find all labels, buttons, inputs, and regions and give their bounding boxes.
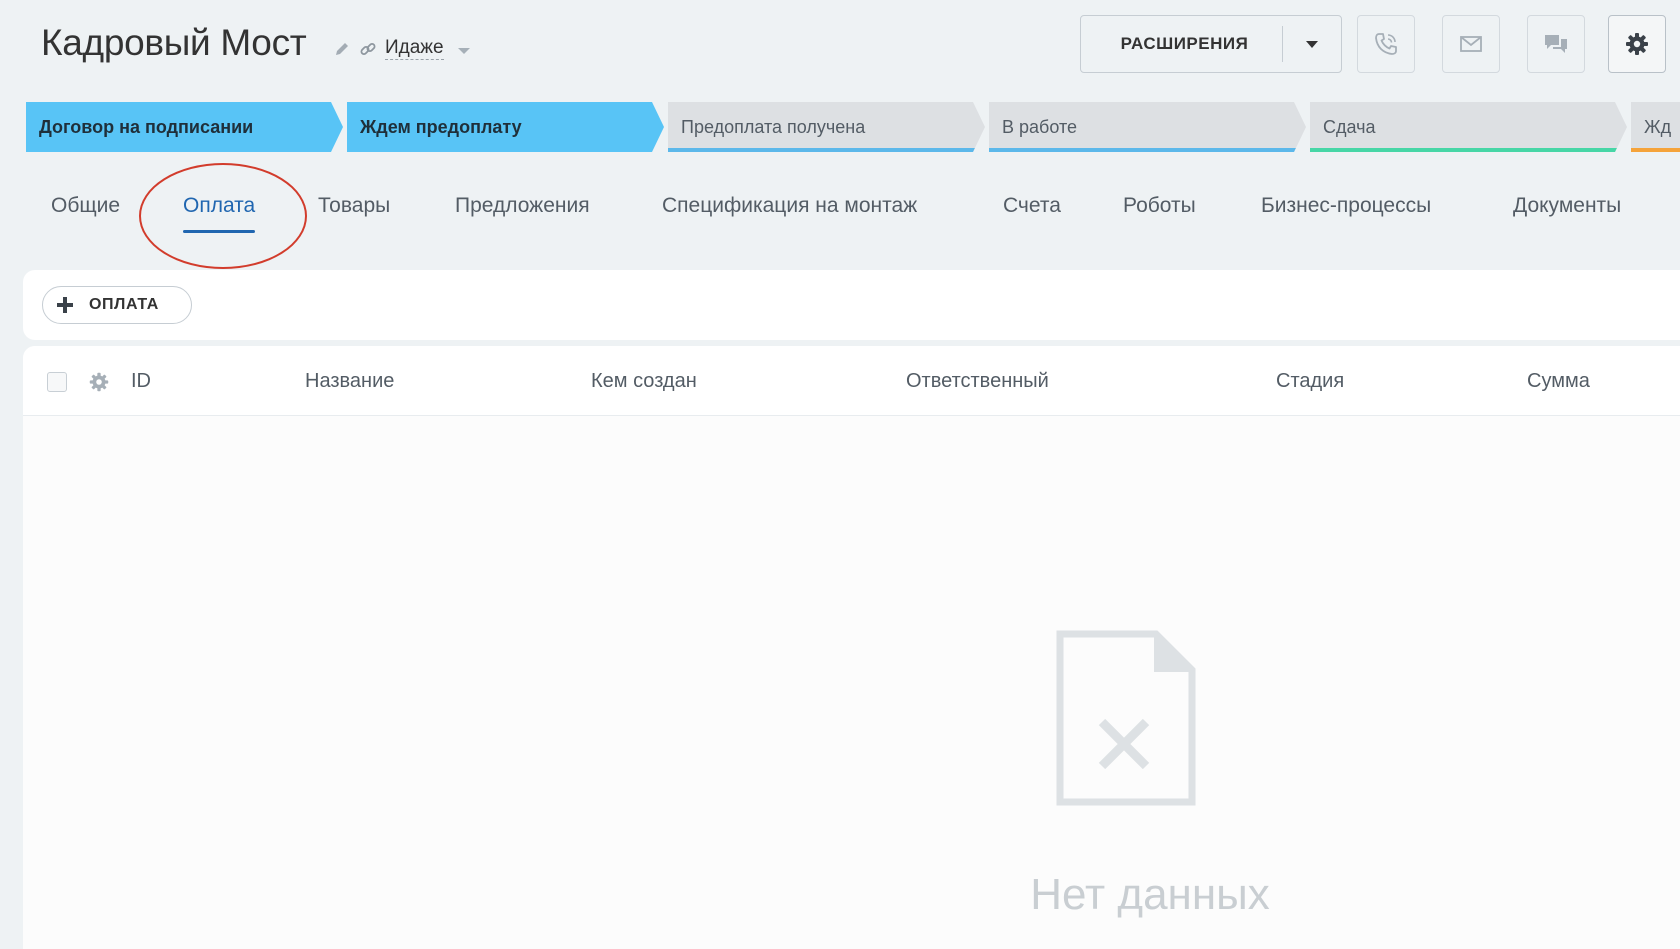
- stage-color-bar: [668, 148, 975, 152]
- empty-state-text: Нет данных: [1030, 870, 1270, 919]
- stage-color-bar: [1310, 148, 1617, 152]
- stage-label: Сдача: [1323, 117, 1376, 137]
- stage-bar: Договор на подписании Ждем предоплату Пр…: [26, 102, 1680, 152]
- tab-label: Оплата: [183, 194, 256, 217]
- stage-contract-signing[interactable]: Договор на подписании: [26, 102, 343, 152]
- top-bar: Кадровый Мост Идаже РАСШИРЕНИЯ: [0, 0, 1680, 96]
- call-button[interactable]: [1357, 15, 1415, 73]
- stage-in-progress[interactable]: В работе: [989, 102, 1306, 152]
- stage-label: Договор на подписании: [39, 117, 254, 137]
- extensions-button[interactable]: РАСШИРЕНИЯ: [1080, 15, 1342, 73]
- tab-products[interactable]: Товары: [318, 194, 390, 218]
- column-stage[interactable]: Стадия: [1276, 370, 1344, 393]
- column-id[interactable]: ID: [131, 370, 151, 393]
- column-created-by[interactable]: Кем создан: [591, 370, 697, 393]
- extensions-label: РАСШИРЕНИЯ: [1120, 34, 1249, 53]
- tab-business-processes[interactable]: Бизнес-процессы: [1261, 194, 1431, 218]
- stage-awaiting-prepayment[interactable]: Ждем предоплату: [347, 102, 664, 152]
- page-title: Кадровый Мост: [41, 22, 307, 63]
- active-tab-indicator: [183, 230, 256, 233]
- tab-bar: Общие Оплата Товары Предложения Специфик…: [0, 180, 1680, 240]
- select-all-checkbox[interactable]: [47, 372, 67, 392]
- stage-handover[interactable]: Сдача: [1310, 102, 1627, 152]
- tab-general[interactable]: Общие: [51, 194, 120, 218]
- tab-documents[interactable]: Документы: [1513, 194, 1621, 218]
- column-amount[interactable]: Сумма: [1527, 370, 1590, 393]
- tab-invoices[interactable]: Счета: [1003, 194, 1061, 218]
- plus-icon: [57, 297, 73, 313]
- tab-payment[interactable]: Оплата: [183, 194, 256, 233]
- stage-next[interactable]: Жд: [1631, 102, 1680, 152]
- link-icon[interactable]: [359, 40, 377, 58]
- toolbar-panel: ОПЛАТА: [23, 270, 1680, 340]
- chat-button[interactable]: [1527, 15, 1585, 73]
- stage-color-bar: [989, 148, 1296, 152]
- add-payment-button[interactable]: ОПЛАТА: [42, 286, 192, 324]
- column-name[interactable]: Название: [305, 370, 394, 393]
- tab-robots[interactable]: Роботы: [1123, 194, 1196, 218]
- stage-label: Ждем предоплату: [360, 117, 522, 137]
- gear-icon[interactable]: [87, 370, 111, 394]
- chevron-down-icon[interactable]: [457, 47, 470, 54]
- phone-icon: [1375, 33, 1397, 55]
- grid-header: ID Название Кем создан Ответственный Ста…: [23, 346, 1680, 416]
- chat-icon: [1545, 35, 1567, 53]
- settings-button[interactable]: [1608, 15, 1666, 73]
- stage-label: В работе: [1002, 117, 1078, 137]
- envelope-icon: [1460, 36, 1482, 52]
- stage-label: Жд: [1644, 117, 1672, 137]
- gear-icon: [1626, 33, 1648, 55]
- title-tools: Идаже: [333, 38, 470, 60]
- chevron-down-icon: [1306, 40, 1318, 48]
- email-button[interactable]: [1442, 15, 1500, 73]
- tab-installation-spec[interactable]: Спецификация на монтаж: [662, 194, 917, 218]
- pencil-icon[interactable]: [333, 40, 351, 58]
- tab-proposals[interactable]: Предложения: [455, 194, 590, 218]
- payments-grid: ID Название Кем создан Ответственный Ста…: [23, 346, 1680, 949]
- add-payment-label: ОПЛАТА: [89, 296, 159, 313]
- empty-document-icon: [1056, 630, 1196, 806]
- column-responsible[interactable]: Ответственный: [906, 370, 1049, 393]
- extensions-dropdown[interactable]: [1283, 40, 1341, 48]
- title-link[interactable]: Идаже: [385, 38, 444, 60]
- stage-label: Предоплата получена: [681, 117, 866, 137]
- stage-color-bar: [1631, 148, 1680, 152]
- stage-prepayment-received[interactable]: Предоплата получена: [668, 102, 985, 152]
